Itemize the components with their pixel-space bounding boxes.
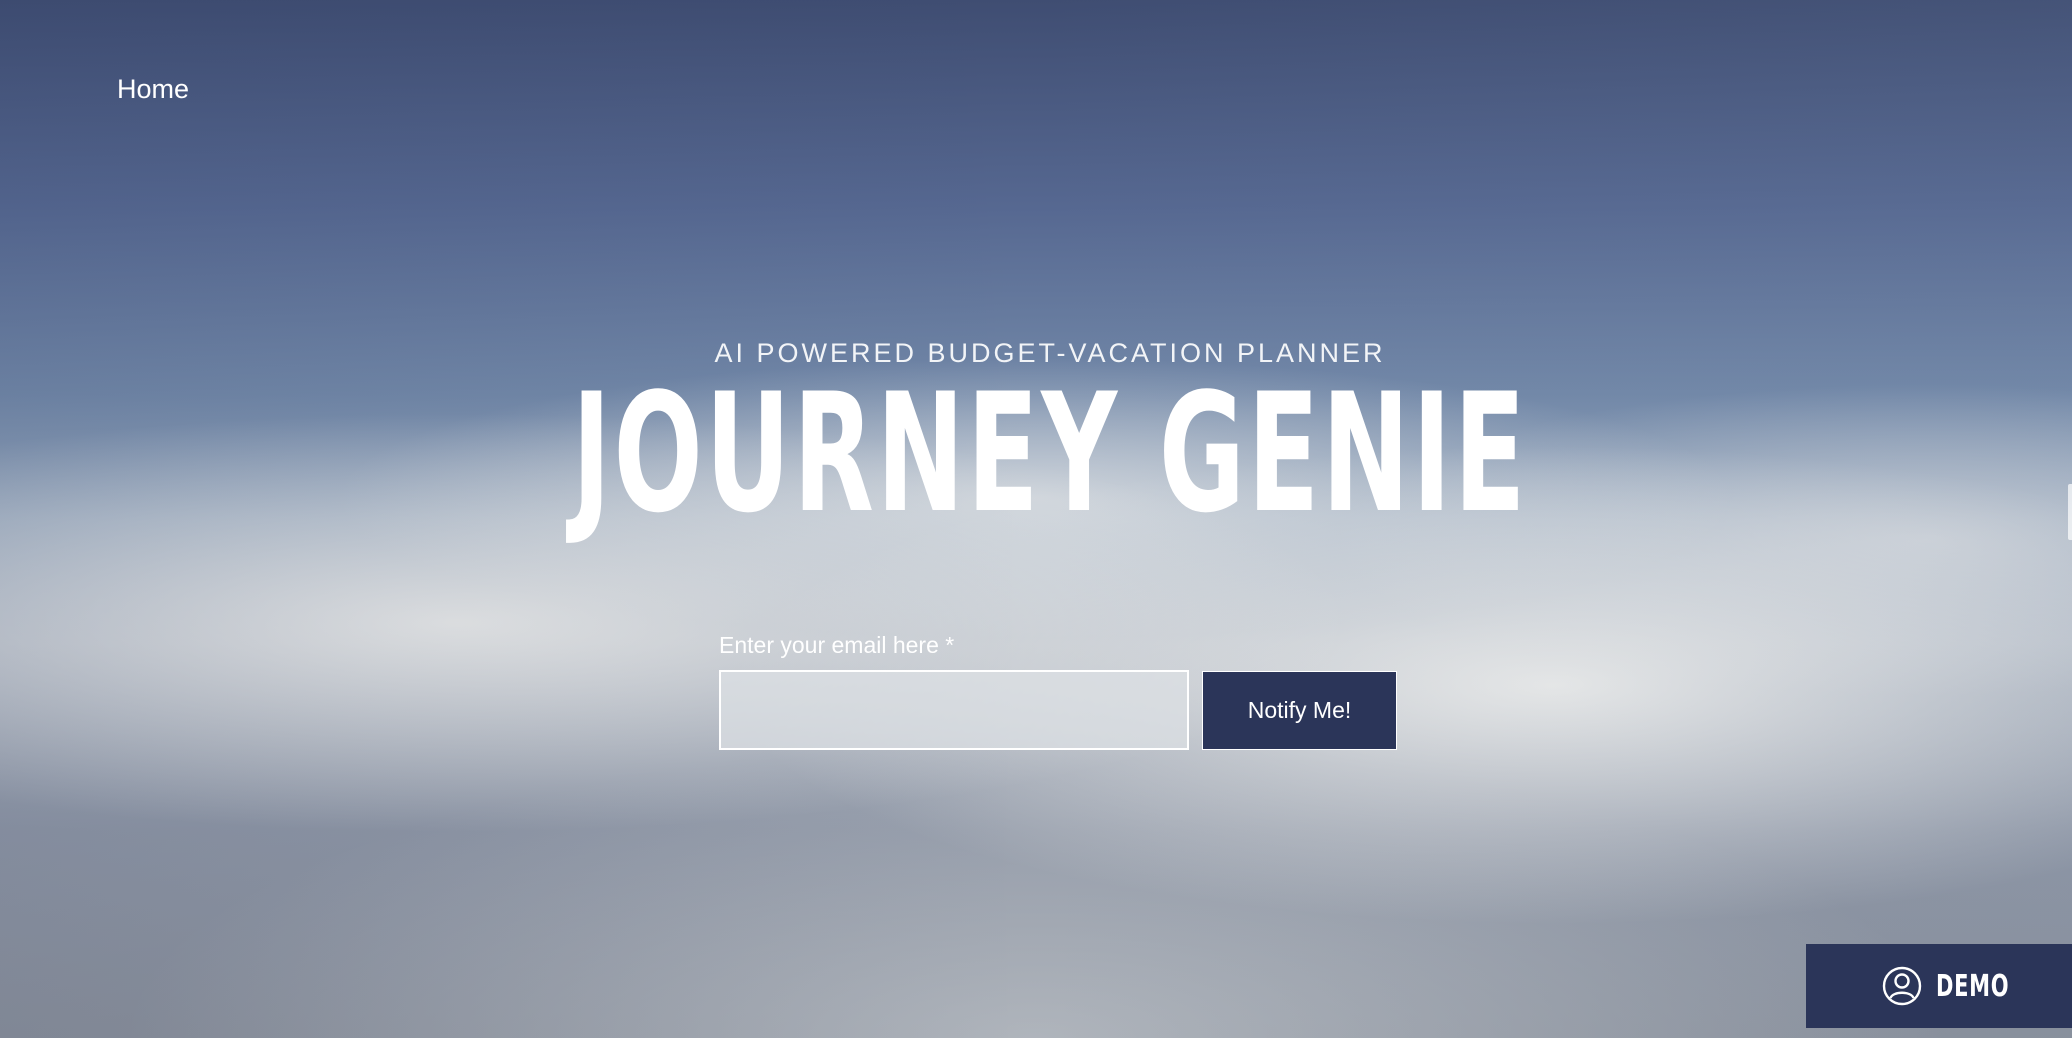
nav-home-link[interactable]: Home — [117, 74, 189, 104]
hero-title: JOURNEY GENIE — [571, 358, 1529, 549]
demo-button[interactable]: DEMO — [1806, 944, 2072, 1028]
demo-label: DEMO — [1936, 968, 2010, 1004]
email-field-label: Enter your email here * — [719, 632, 955, 658]
user-circle-icon — [1882, 966, 1922, 1006]
main-nav: Home — [117, 74, 189, 105]
notify-button[interactable]: Notify Me! — [1202, 671, 1397, 750]
email-field[interactable] — [719, 670, 1189, 750]
notify-form: Enter your email here * Notify Me! — [719, 632, 1397, 750]
side-tab-handle[interactable] — [2068, 484, 2072, 540]
